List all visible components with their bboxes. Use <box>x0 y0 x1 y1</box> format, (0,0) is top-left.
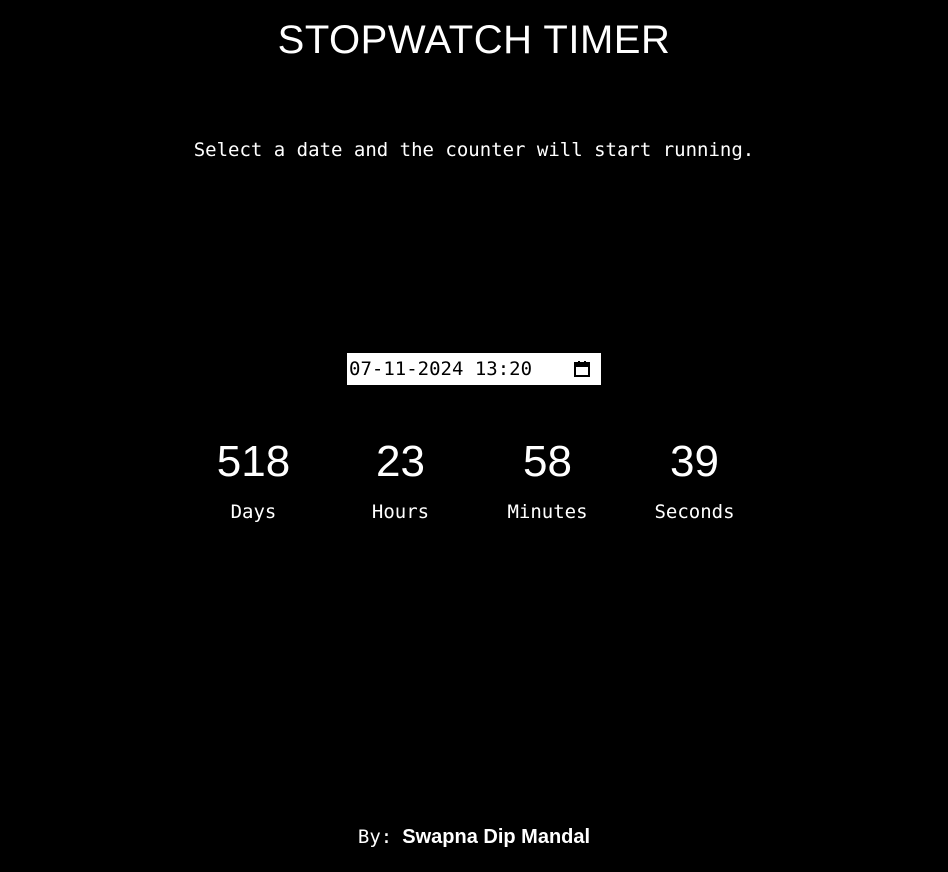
hours-counter: 23 Hours <box>327 436 474 524</box>
page-title: STOPWATCH TIMER <box>277 18 671 62</box>
instruction-text: Select a date and the counter will start… <box>193 139 755 161</box>
author-name: Swapna Dip Mandal <box>402 826 591 848</box>
minutes-value: 58 <box>523 437 572 486</box>
hours-value: 23 <box>376 437 425 486</box>
countdown-counters: 518 Days 23 Hours 58 Minutes 39 Seconds <box>180 436 768 536</box>
datetime-input[interactable]: 07-11-2024 13:20 <box>347 353 601 385</box>
seconds-value: 39 <box>670 437 719 486</box>
days-value: 518 <box>216 437 291 486</box>
seconds-counter: 39 Seconds <box>621 436 768 524</box>
by-label: By: <box>357 826 393 848</box>
days-counter: 518 Days <box>180 436 327 524</box>
calendar-icon[interactable] <box>571 358 593 380</box>
seconds-label: Seconds <box>654 501 735 523</box>
datetime-input-value: 07-11-2024 13:20 <box>349 358 533 380</box>
hours-label: Hours <box>371 501 430 523</box>
minutes-label: Minutes <box>507 501 588 523</box>
footer: By: Swapna Dip Mandal <box>0 824 948 852</box>
minutes-counter: 58 Minutes <box>474 436 621 524</box>
days-label: Days <box>230 501 277 523</box>
